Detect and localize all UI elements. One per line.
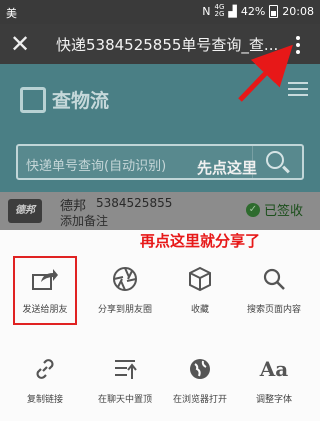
font-aa-icon: Aa bbox=[259, 357, 289, 381]
annotation-second-step: 再点这里就分享了 bbox=[140, 232, 261, 250]
share-item-copy-link[interactable]: 复制链接 bbox=[5, 352, 85, 421]
status-badge: ✓ 已签收 bbox=[246, 200, 303, 219]
share-item-font-size[interactable]: Aa 调整字体 bbox=[234, 352, 314, 421]
pin-top-icon bbox=[85, 352, 165, 386]
box-logo-icon bbox=[20, 86, 46, 113]
webpage-content: 查物流 快递单号查询(自动识别) 德邦 德邦 5384525855 添加备注 ✓… bbox=[0, 64, 320, 230]
courier-logo: 德邦 bbox=[8, 199, 42, 223]
search-icon bbox=[266, 151, 284, 169]
share-label: 分享到朋友圈 bbox=[97, 305, 152, 315]
check-icon: ✓ bbox=[246, 202, 260, 217]
share-label: 调整字体 bbox=[255, 395, 292, 405]
search-icon bbox=[234, 262, 314, 296]
signal-icon: ▟ bbox=[228, 4, 237, 18]
network-type-icon: 4G 2G bbox=[214, 3, 225, 18]
more-menu-icon[interactable] bbox=[290, 34, 306, 56]
status-indicators: N 4G 2G ▟ 42% 20:08 bbox=[202, 4, 314, 18]
globe-icon bbox=[160, 352, 240, 386]
tracking-search-input[interactable]: 快递单号查询(自动识别) bbox=[16, 144, 304, 180]
nfc-icon: N bbox=[202, 4, 211, 18]
annotation-first-step: 先点这里 bbox=[197, 159, 258, 177]
search-placeholder: 快递单号查询(自动识别) bbox=[26, 159, 167, 174]
share-item-search-page[interactable]: 搜索页面内容 bbox=[234, 262, 314, 332]
tracking-number: 5384525855 bbox=[96, 196, 173, 210]
close-icon[interactable]: ✕ bbox=[10, 30, 30, 58]
share-item-pin-chat[interactable]: 在聊天中置顶 bbox=[85, 352, 165, 421]
page-title: 快递5384525855单号查询_查... bbox=[56, 36, 278, 54]
share-label: 在聊天中置顶 bbox=[97, 395, 152, 405]
logo-text: 查物流 bbox=[52, 90, 110, 112]
search-button[interactable] bbox=[252, 146, 302, 178]
share-label: 收藏 bbox=[190, 305, 209, 315]
status-text: 已签收 bbox=[264, 204, 304, 219]
moments-aperture-icon bbox=[85, 262, 165, 296]
share-item-favorite[interactable]: 收藏 bbox=[160, 262, 240, 332]
share-label: 在浏览器打开 bbox=[172, 395, 227, 405]
share-label: 发送给朋友 bbox=[22, 305, 68, 315]
tracking-result-row[interactable]: 德邦 德邦 5384525855 添加备注 ✓ 已签收 bbox=[0, 192, 320, 230]
share-sheet: 再点这里就分享了 发送给朋友 分享到朋友圈 收藏 搜索页面内容 复制链接 在聊天… bbox=[0, 230, 320, 421]
battery-icon bbox=[269, 4, 279, 18]
battery-percent: 42% bbox=[240, 4, 266, 18]
status-app-indicator: 美 bbox=[6, 7, 17, 20]
hamburger-menu-icon[interactable] bbox=[288, 82, 308, 100]
add-note-link[interactable]: 添加备注 bbox=[60, 212, 108, 229]
site-logo: 查物流 bbox=[20, 86, 109, 113]
status-bar: 美 N 4G 2G ▟ 42% 20:08 bbox=[0, 0, 320, 24]
cube-icon bbox=[160, 262, 240, 296]
clock: 20:08 bbox=[282, 4, 314, 18]
share-label: 搜索页面内容 bbox=[246, 305, 301, 315]
share-item-open-browser[interactable]: 在浏览器打开 bbox=[160, 352, 240, 421]
share-label: 复制链接 bbox=[26, 395, 63, 405]
share-item-send-friend[interactable]: 发送给朋友 bbox=[5, 262, 85, 332]
share-arrow-icon bbox=[5, 262, 85, 296]
link-icon bbox=[5, 352, 85, 386]
share-item-moments[interactable]: 分享到朋友圈 bbox=[85, 262, 165, 332]
browser-title-bar: ✕ 快递5384525855单号查询_查... bbox=[0, 24, 320, 64]
